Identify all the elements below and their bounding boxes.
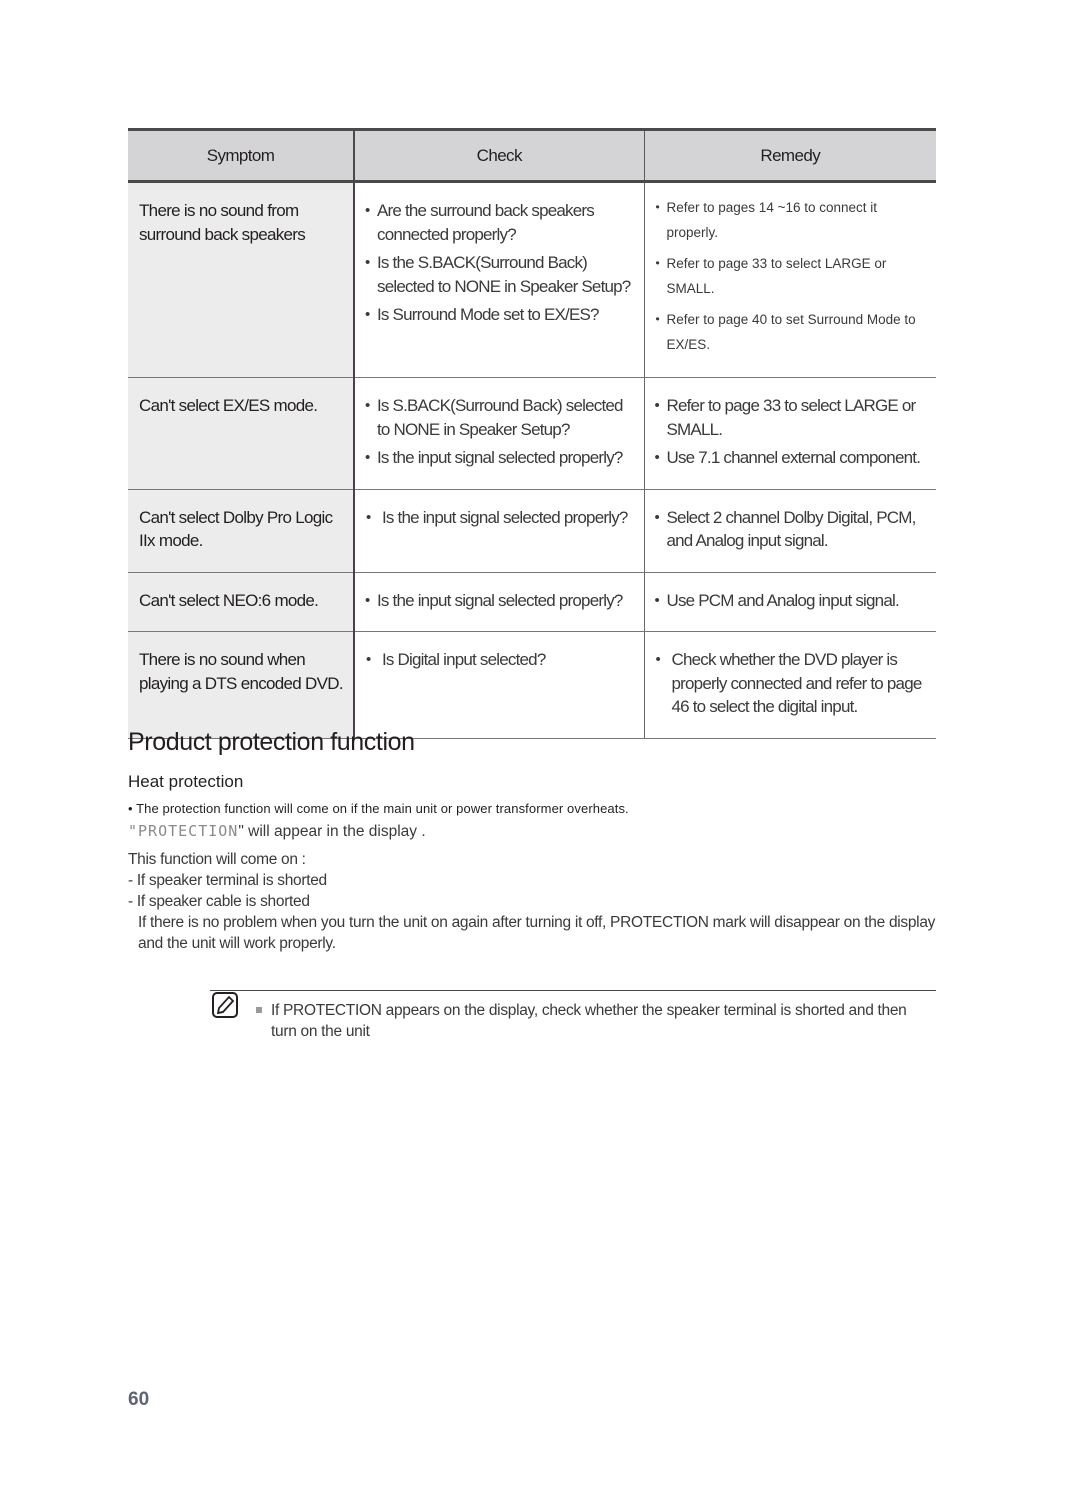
table-row: Can't select NEO:6 mode. Is the input si… — [128, 572, 936, 632]
lcd-display-text: PROTECTION — [138, 822, 239, 840]
note-box: If PROTECTION appears on the display, ch… — [210, 990, 936, 1040]
remedy-list: Refer to page 33 to select LARGE or SMAL… — [645, 378, 937, 489]
section-subtitle: Heat protection — [128, 772, 244, 791]
check-item: Are the surround back speakers connected… — [365, 199, 638, 246]
check-item: Is Surround Mode set to EX/ES? — [365, 303, 638, 327]
remedy-list: Use PCM and Analog input signal. — [645, 573, 937, 632]
remedy-item: Refer to page 33 to select LARGE or SMAL… — [656, 251, 931, 301]
bullet-icon: • — [128, 801, 137, 816]
header-remedy: Remedy — [643, 128, 936, 183]
check-list: Is the input signal selected properly? — [355, 490, 644, 549]
remedy-list: Check whether the DVD player is properly… — [645, 632, 937, 738]
section-title: Product protection function — [128, 728, 415, 756]
remedy-list: Refer to pages 14 ~16 to connect it prop… — [645, 183, 937, 377]
note-bullet-icon — [256, 1007, 262, 1013]
check-list: Are the surround back speakers connected… — [355, 183, 644, 346]
remedy-item: Refer to page 40 to set Surround Mode to… — [656, 307, 931, 357]
table-row: There is no sound from surround back spe… — [128, 181, 937, 378]
check-item: Is the input signal selected properly? — [365, 589, 638, 613]
troubleshooting-table: Symptom Check Remedy There is no sound f… — [128, 128, 936, 739]
symptom-cell: Can't select Dolby Pro Logic IIx mode. — [139, 507, 333, 551]
remedy-item: Use 7.1 channel external component. — [655, 446, 931, 470]
table-row: Can't select Dolby Pro Logic IIx mode. I… — [128, 489, 937, 573]
note-text: If PROTECTION appears on the display, ch… — [271, 1002, 907, 1040]
conditions-intro: This function will come on : — [128, 851, 306, 868]
check-list: Is the input signal selected properly? — [355, 573, 644, 632]
symptom-cell: There is no sound from surround back spe… — [139, 201, 306, 244]
remedy-item: Check whether the DVD player is properly… — [656, 648, 931, 719]
table-row: There is no sound when playing a DTS enc… — [128, 631, 937, 739]
check-list: Is Digital input selected? — [355, 632, 644, 691]
protection-conditions: This function will come on : - If speake… — [128, 849, 938, 954]
check-item: Is Digital input selected? — [366, 648, 638, 672]
symptom-cell: There is no sound when playing a DTS enc… — [139, 650, 344, 693]
check-list: Is S.BACK(Surround Back) selected to NON… — [355, 378, 644, 489]
note-pencil-icon — [212, 992, 238, 1018]
condition-item: - If speaker terminal is shorted — [128, 872, 327, 889]
check-item: Is the input signal selected properly? — [366, 506, 638, 530]
remedy-item: Refer to pages 14 ~16 to connect it prop… — [656, 195, 931, 245]
table-row: Can't select EX/ES mode. Is S.BACK(Surro… — [128, 377, 937, 490]
header-check: Check — [353, 128, 644, 183]
protection-explanation: If there is no problem when you turn the… — [138, 914, 936, 952]
remedy-item: Select 2 channel Dolby Digital, PCM, and… — [655, 506, 931, 553]
symptom-cell: Can't select EX/ES mode. — [139, 396, 318, 415]
symptom-cell: Can't select NEO:6 mode. — [139, 590, 319, 610]
remedy-item: Refer to page 33 to select LARGE or SMAL… — [655, 394, 931, 441]
condition-item: - If speaker cable is shorted — [128, 893, 310, 910]
check-item: Is S.BACK(Surround Back) selected to NON… — [365, 394, 638, 441]
remedy-list: Select 2 channel Dolby Digital, PCM, and… — [645, 490, 937, 572]
check-item: Is the input signal selected properly? — [365, 446, 638, 470]
display-message-line: "PROTECTION" will appear in the display … — [128, 822, 426, 840]
protection-bullet: • The protection function will come on i… — [128, 801, 629, 816]
header-symptom: Symptom — [128, 128, 354, 183]
remedy-item: Use PCM and Analog input signal. — [655, 589, 931, 613]
page-number: 60 — [128, 1389, 150, 1410]
check-item: Is the S.BACK(Surround Back) selected to… — [365, 251, 638, 298]
table-header-row: Symptom Check Remedy — [128, 128, 936, 183]
